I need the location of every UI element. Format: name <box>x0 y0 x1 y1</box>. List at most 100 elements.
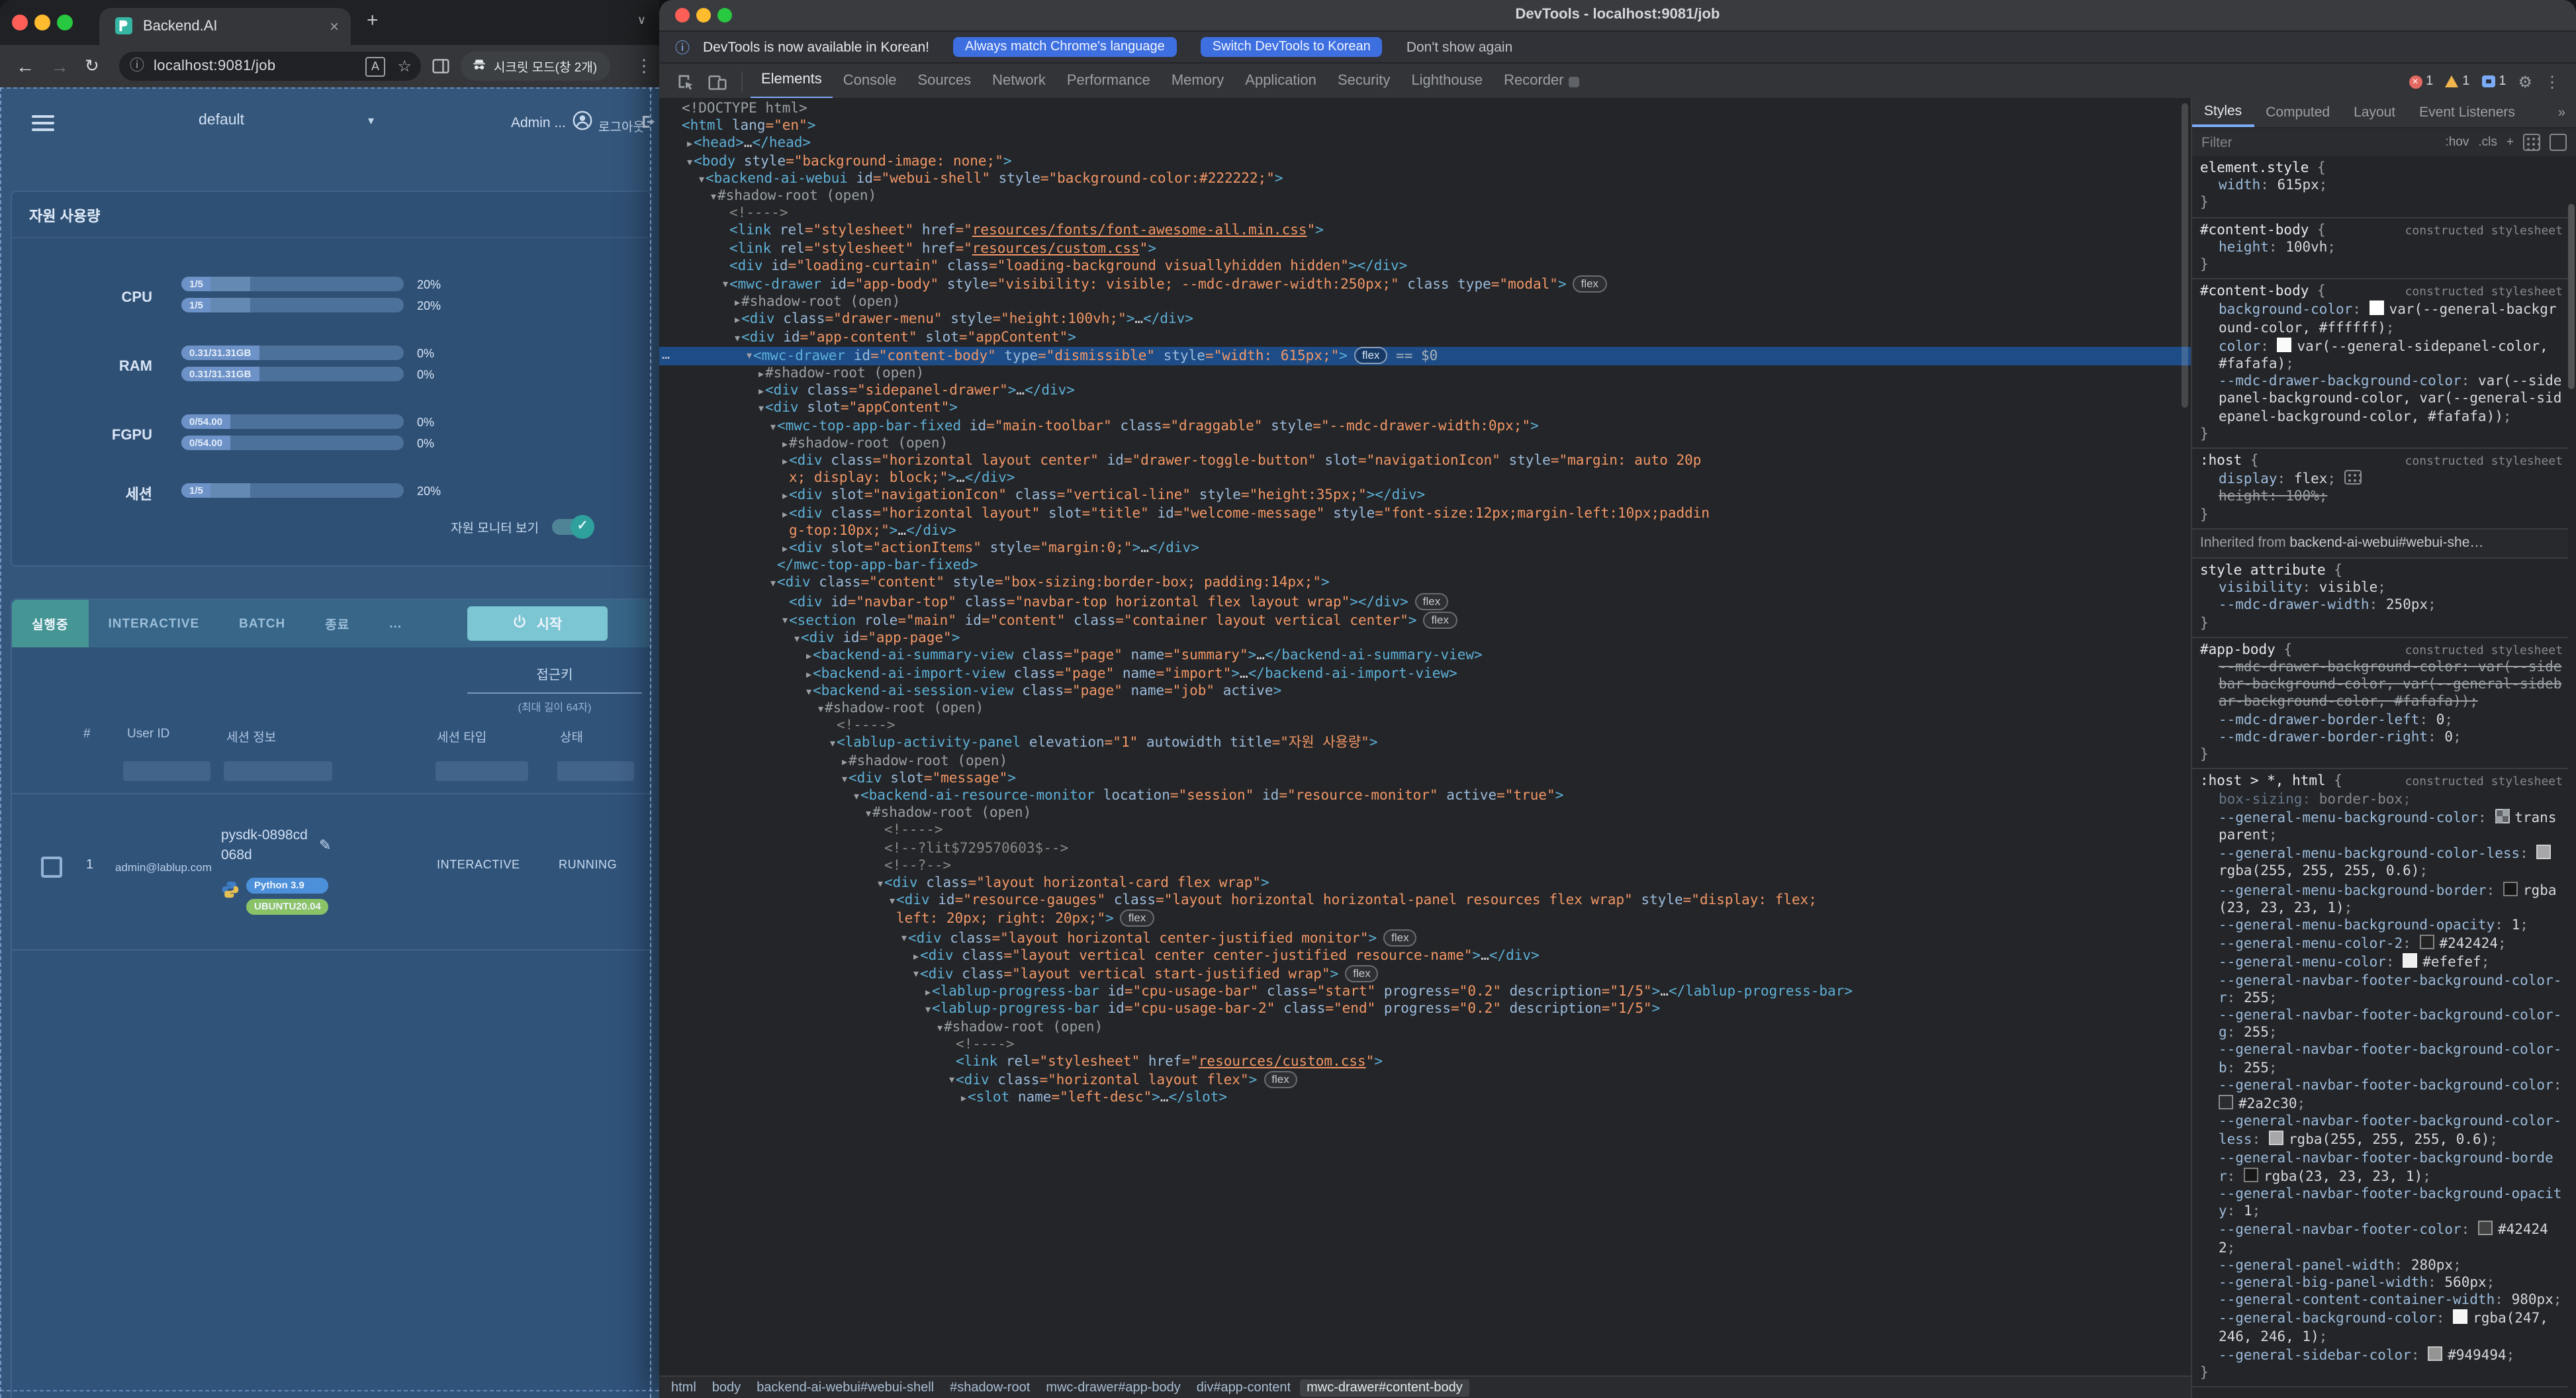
dom-tree-node[interactable]: ▸ #shadow-root (open) <box>659 294 2191 311</box>
expand-arrow-icon[interactable]: ▸ <box>759 365 764 383</box>
dom-tree-node[interactable]: ▸ #shadow-root (open) <box>659 436 2191 453</box>
match-chrome-language-button[interactable]: Always match Chrome's language <box>953 37 1177 57</box>
dom-tree-node[interactable]: ▸ <div class="sidepanel-drawer">…</div> <box>659 383 2191 400</box>
browser-tab[interactable]: Backend.AI × <box>99 8 351 45</box>
session-tab-실행중[interactable]: 실행중 <box>12 600 89 647</box>
session-tab-more[interactable]: ... <box>369 600 422 647</box>
dom-tree-node[interactable]: ▸ <div class="horizontal layout center" i… <box>659 453 2191 488</box>
expand-arrow-icon[interactable]: ▾ <box>854 788 859 805</box>
expand-arrow-icon[interactable]: ▾ <box>901 929 907 946</box>
rule-selector[interactable]: #content-body <box>2200 222 2309 238</box>
color-swatch-icon[interactable] <box>2536 845 2552 860</box>
expand-arrow-icon[interactable]: ▸ <box>806 665 811 682</box>
dom-tree-node[interactable]: ▸ #shadow-root (open) <box>659 365 2191 383</box>
color-swatch-icon[interactable] <box>2428 1346 2443 1361</box>
css-property[interactable]: --general-navbar-footer-background-color… <box>2200 1078 2563 1114</box>
dom-tree-node[interactable]: ▸ <head>…</head> <box>659 136 2191 153</box>
expand-arrow-icon[interactable]: ▸ <box>782 505 788 522</box>
styles-tab-event-listeners[interactable]: Event Listeners <box>2407 99 2527 126</box>
flex-badge[interactable]: flex <box>1354 346 1388 364</box>
address-bar[interactable]: ⓘ localhost:9081/job A ☆ <box>119 52 421 81</box>
dom-tree-node[interactable]: ▾ <div id="app-page"> <box>659 630 2191 647</box>
edit-session-name-icon[interactable]: ✎ <box>319 837 331 857</box>
rule-selector[interactable]: element.style <box>2200 160 2309 176</box>
dom-tree-node[interactable]: <!----> <box>659 718 2191 735</box>
dom-tree-node[interactable]: ▸ <div class="drawer-menu" style="height:… <box>659 312 2191 329</box>
css-property[interactable]: visibility: visible; <box>2200 581 2563 598</box>
dom-tree-node[interactable]: ▾ <div slot="message"> <box>659 770 2191 787</box>
dom-tree-node[interactable]: <!--?lit$729570603$--> <box>659 840 2191 857</box>
window-minimize-button[interactable] <box>696 8 711 23</box>
issues-counter[interactable]: 1 <box>2481 74 2506 89</box>
expand-arrow-icon[interactable]: ▸ <box>782 488 788 505</box>
dom-tree-node[interactable]: ▾ <backend-ai-webui id="webui-shell" styl… <box>659 171 2191 188</box>
dom-tree-node[interactable]: <!----> <box>659 205 2191 222</box>
css-property[interactable]: --general-navbar-footer-background-color… <box>2200 1043 2563 1078</box>
row-checkbox[interactable] <box>41 857 62 878</box>
url-text[interactable]: localhost:9081/job <box>154 52 276 81</box>
resource-monitor-toggle[interactable]: ✓ <box>552 515 594 539</box>
dom-tree-node[interactable]: ▸ <slot name="left-desc">…</slot> <box>659 1090 2191 1107</box>
expand-arrow-icon[interactable]: ▾ <box>770 418 776 435</box>
expand-arrow-icon[interactable]: ▸ <box>782 436 788 453</box>
rule-selector[interactable]: :host <box>2200 453 2242 469</box>
site-info-icon[interactable]: ⓘ <box>130 52 144 81</box>
flex-badge[interactable]: flex <box>1423 611 1457 629</box>
breadcrumb-item[interactable]: div#app-content <box>1190 1379 1297 1396</box>
expand-arrow-icon[interactable]: ▾ <box>830 735 835 753</box>
inherited-element-link[interactable]: backend-ai-webui#webui-she… <box>2289 535 2483 551</box>
dom-tree-node[interactable]: ▸ <div slot="navigationIcon" class="verti… <box>659 488 2191 505</box>
css-property[interactable]: --general-content-container-width: 980px… <box>2200 1292 2563 1309</box>
window-close-button[interactable] <box>12 15 28 30</box>
dom-tree-node[interactable]: ▸ <div class="layout vertical center cent… <box>659 948 2191 965</box>
dom-tree-node[interactable]: ▾ <lablup-progress-bar id="cpu-usage-bar-… <box>659 1002 2191 1019</box>
project-select[interactable]: default <box>199 113 244 128</box>
stylesheet-source-link[interactable]: constructed stylesheet <box>2405 643 2563 661</box>
css-property[interactable]: --general-menu-background-color: transpa… <box>2200 808 2563 845</box>
devtools-tab-security[interactable]: Security <box>1327 65 1401 98</box>
expand-arrow-icon[interactable]: ▾ <box>723 275 728 293</box>
expand-arrow-icon[interactable]: ▸ <box>806 648 811 665</box>
dom-tree-node[interactable]: ▾ <div slot="appContent"> <box>659 400 2191 418</box>
flex-badge[interactable]: flex <box>1120 909 1154 927</box>
dom-tree-node[interactable]: … ▾ <mwc-drawer id="content-body" type="di… <box>659 346 2191 366</box>
menu-hamburger-icon[interactable] <box>32 115 54 132</box>
expand-arrow-icon[interactable]: ▾ <box>925 1002 931 1019</box>
flex-badge[interactable]: flex <box>1264 1071 1297 1089</box>
css-property[interactable]: display: flex; <box>2200 470 2563 489</box>
color-swatch-icon[interactable] <box>2219 1094 2233 1109</box>
stylesheet-source-link[interactable]: constructed stylesheet <box>2405 223 2563 240</box>
styles-filter-input[interactable]: Filter <box>2201 134 2232 150</box>
css-property[interactable]: --general-menu-color: #efefef; <box>2200 953 2563 972</box>
devtools-tab-recorder[interactable]: Recorder <box>1493 65 1575 98</box>
dom-tree-node[interactable]: ▸ #shadow-root (open) <box>659 753 2191 770</box>
dom-tree-node[interactable]: ▸ <lablup-progress-bar id="cpu-usage-bar"… <box>659 984 2191 1001</box>
console-warning-counter[interactable]: 1 <box>2445 74 2469 89</box>
translate-icon[interactable]: A <box>365 57 385 77</box>
grid-editor-icon[interactable] <box>2523 134 2540 151</box>
expand-arrow-icon[interactable]: ▸ <box>782 540 788 557</box>
dom-tree-node[interactable]: ▾ #shadow-root (open) <box>659 805 2191 822</box>
css-property[interactable]: width: 615px; <box>2200 177 2563 195</box>
expand-arrow-icon[interactable]: ▾ <box>782 612 788 629</box>
user-icon[interactable] <box>572 110 593 131</box>
stylesheet-source-link[interactable]: constructed stylesheet <box>2405 775 2563 792</box>
console-error-counter[interactable]: 1 <box>2409 73 2433 89</box>
access-key-input[interactable] <box>467 692 642 694</box>
caret-down-icon[interactable]: ▾ <box>368 114 374 128</box>
css-property[interactable]: height: 100%; <box>2200 489 2563 506</box>
dom-tree-node[interactable]: <html lang="en"> <box>659 118 2191 135</box>
rule-selector[interactable]: #app-body <box>2200 642 2276 658</box>
css-property[interactable]: --general-menu-background-opacity: 1; <box>2200 917 2563 935</box>
css-property[interactable]: color: var(--general-sidepanel-color, #f… <box>2200 337 2563 374</box>
window-zoom-button[interactable] <box>57 15 73 30</box>
expand-arrow-icon[interactable]: ▾ <box>806 682 811 700</box>
node-menu-icon[interactable]: … <box>662 347 670 364</box>
css-property[interactable]: --mdc-drawer-border-left: 0; <box>2200 712 2563 729</box>
window-close-button[interactable] <box>675 8 690 23</box>
expand-arrow-icon[interactable]: ▾ <box>878 875 883 892</box>
filter-input-session-info[interactable] <box>224 761 332 781</box>
dom-tree-node[interactable]: <link rel="stylesheet" href="resources/c… <box>659 1054 2191 1071</box>
css-property[interactable]: --general-navbar-footer-background-borde… <box>2200 1150 2563 1186</box>
elements-scrollbar[interactable] <box>2182 103 2188 408</box>
